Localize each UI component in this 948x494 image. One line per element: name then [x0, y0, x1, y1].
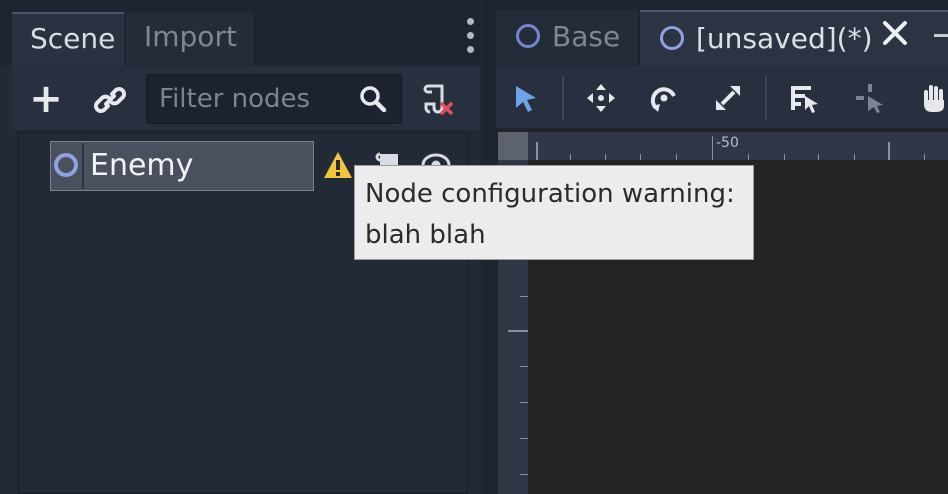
row-divider	[82, 143, 84, 189]
rotate-icon[interactable]	[648, 82, 680, 114]
pivot-icon[interactable]	[854, 82, 886, 114]
node-circle-icon	[516, 24, 540, 48]
ruler-tick	[520, 296, 528, 297]
ruler-tick	[508, 330, 528, 332]
warning-icon[interactable]	[322, 150, 354, 180]
ruler-tick	[520, 438, 528, 439]
list-select-icon[interactable]	[788, 82, 820, 114]
node-circle-icon	[54, 153, 78, 177]
plus-icon[interactable]: +	[28, 79, 64, 120]
ruler-tick	[888, 142, 890, 160]
ruler-tick	[520, 366, 528, 367]
ruler-tick	[570, 154, 571, 160]
warning-tooltip: Node configuration warning: blah blah	[354, 165, 754, 260]
toolbar-separator	[765, 76, 767, 120]
dock-menu-icon[interactable]	[462, 18, 478, 58]
ruler-tick	[818, 154, 819, 160]
ruler-tick	[924, 154, 925, 160]
tab-base[interactable]: Base	[496, 10, 638, 66]
tab-import[interactable]: Import	[126, 12, 254, 66]
move-icon[interactable]	[585, 82, 617, 114]
tab-scene[interactable]: Scene	[12, 12, 124, 66]
filter-nodes-field	[146, 74, 402, 124]
tab-label: [unsaved](*)	[696, 22, 873, 55]
ruler-tick	[520, 474, 528, 475]
ruler-label: -50	[716, 135, 739, 151]
toolbar-separator	[562, 76, 564, 120]
ruler-tick	[784, 154, 785, 160]
tooltip-text: Node configuration warning: blah blah	[365, 179, 735, 250]
tab-label: Base	[552, 20, 621, 53]
node-circle-icon	[660, 26, 684, 50]
ruler-tick	[640, 154, 641, 160]
ruler-tick	[854, 154, 855, 160]
link-icon[interactable]	[90, 80, 130, 120]
ruler-tick	[748, 154, 749, 160]
ruler-tick	[712, 136, 713, 160]
ruler-corner	[498, 132, 528, 160]
close-icon[interactable]	[882, 20, 908, 46]
search-icon[interactable]	[359, 85, 387, 113]
ruler-tick	[676, 154, 677, 160]
ruler-tick	[536, 142, 538, 160]
script-remove-icon[interactable]	[420, 82, 456, 118]
ruler-tick	[520, 402, 528, 403]
pan-hand-icon[interactable]	[918, 82, 948, 114]
tab-overflow-icon[interactable]	[934, 34, 948, 37]
ruler-tick	[605, 154, 606, 160]
scale-icon[interactable]	[712, 82, 744, 114]
filter-nodes-input[interactable]	[147, 75, 371, 123]
node-name-label[interactable]: Enemy	[90, 146, 193, 186]
select-arrow-icon[interactable]	[510, 82, 542, 114]
